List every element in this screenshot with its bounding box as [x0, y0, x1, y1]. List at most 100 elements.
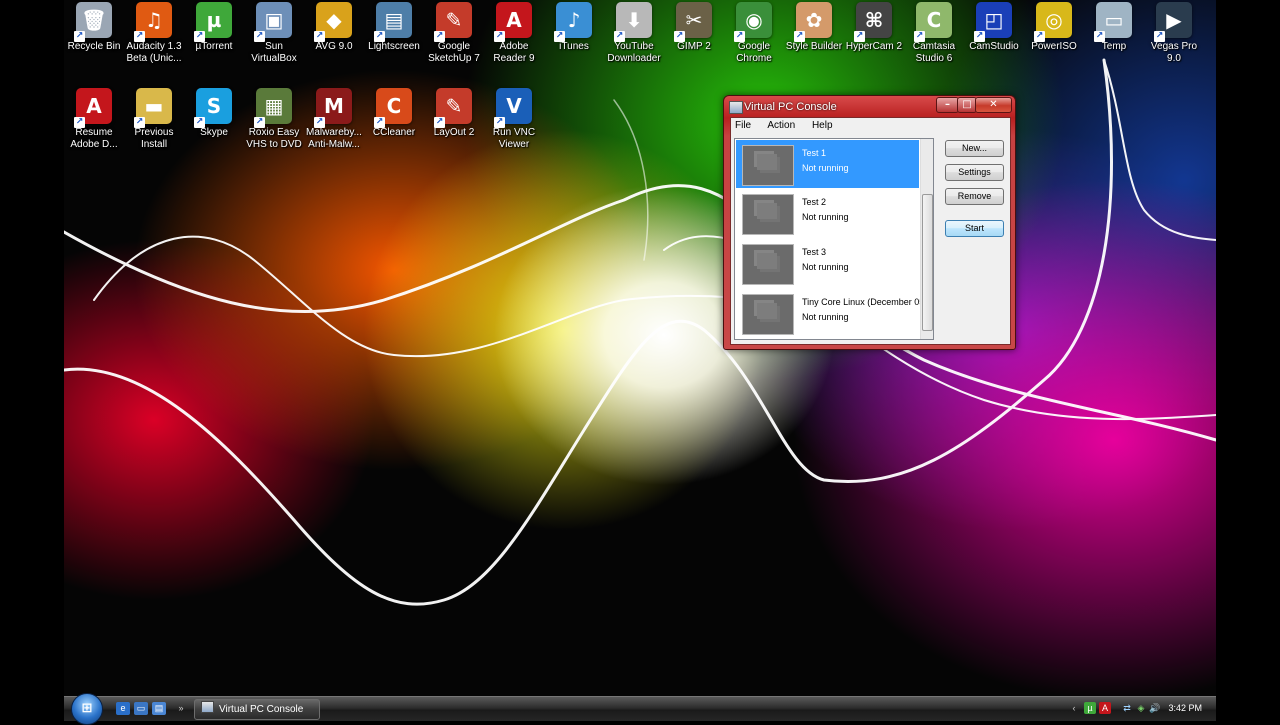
- avg-icon: ◆: [314, 2, 352, 42]
- desktop-icon[interactable]: 🗑Recycle Bin: [64, 2, 124, 53]
- vm-list-item[interactable]: Test 3 Not running: [736, 239, 919, 287]
- start-menu-button[interactable]: ⊞: [71, 693, 103, 725]
- desktop-icon-label: Roxio Easy VHS to DVD: [246, 127, 302, 150]
- desktop-icon[interactable]: ▭Temp: [1084, 2, 1144, 53]
- scrollbar-thumb[interactable]: [922, 194, 933, 331]
- desktop-icon[interactable]: VRun VNC Viewer: [484, 88, 544, 151]
- vm-name: Test 3: [802, 247, 827, 257]
- shield-tray-icon[interactable]: ◈: [1135, 702, 1147, 714]
- menu-help[interactable]: Help: [812, 120, 833, 131]
- desktop-icon-label: Vegas Pro 9.0: [1150, 41, 1198, 64]
- vm-status: Not running: [802, 163, 849, 173]
- taskbar-button-virtual-pc-console[interactable]: Virtual PC Console: [194, 699, 320, 720]
- desktop-icon[interactable]: CCCleaner: [364, 88, 424, 139]
- close-button[interactable]: ✕: [975, 97, 1012, 113]
- desktop-icon-label: GIMP 2: [677, 41, 711, 52]
- vnc-viewer-icon: V: [494, 88, 532, 128]
- window-title: Virtual PC Console: [744, 101, 837, 113]
- desktop-icon[interactable]: MMalwareby... Anti-Malw...: [304, 88, 364, 151]
- desktop-icon[interactable]: ▬Previous Install: [124, 88, 184, 151]
- menu-bar: File Action Help: [731, 118, 1010, 134]
- malwarebytes-icon: M: [314, 88, 352, 128]
- virtual-pc-console-window[interactable]: Virtual PC Console – □ ✕ File Action Hel…: [723, 95, 1016, 350]
- youtube-downloader-icon: ⬇: [614, 2, 652, 42]
- settings-button[interactable]: Settings: [945, 164, 1004, 181]
- desktop-icon[interactable]: AAdobe Reader 9: [484, 2, 544, 65]
- tray-expand-chevron-icon[interactable]: ‹: [1068, 702, 1080, 714]
- camstudio-icon: ◰: [974, 2, 1012, 42]
- recycle-bin-icon: 🗑: [74, 2, 112, 42]
- desktop-icon[interactable]: ⬇YouTube Downloader: [604, 2, 664, 65]
- desktop-icon[interactable]: AResume Adobe D...: [64, 88, 124, 151]
- remove-button[interactable]: Remove: [945, 188, 1004, 205]
- adobe-reader-icon: A: [494, 2, 532, 42]
- utorrent-tray-icon[interactable]: µ: [1084, 702, 1096, 714]
- menu-file[interactable]: File: [735, 120, 751, 131]
- vm-list-scrollbar[interactable]: [920, 139, 933, 339]
- desktop-icon-label: PowerISO: [1031, 41, 1077, 52]
- desktop-icon[interactable]: ◰CamStudio: [964, 2, 1024, 53]
- adobe-tray-icon[interactable]: A: [1099, 702, 1111, 714]
- desktop-icon[interactable]: ▦Roxio Easy VHS to DVD: [244, 88, 304, 151]
- desktop-icon-label: YouTube Downloader: [607, 41, 661, 64]
- audacity-icon: ♫: [134, 2, 172, 42]
- virtualbox-icon: ▣: [254, 2, 292, 42]
- taskbar-button-label: Virtual PC Console: [219, 704, 304, 715]
- desktop-icon[interactable]: ◎PowerISO: [1024, 2, 1084, 53]
- desktop-icon-label: Recycle Bin: [67, 41, 121, 52]
- desktop-icon[interactable]: ✂GIMP 2: [664, 2, 724, 53]
- desktop-icon[interactable]: ▤Lightscreen: [364, 2, 424, 53]
- desktop-icon[interactable]: ◆AVG 9.0: [304, 2, 364, 53]
- show-desktop-icon[interactable]: ▭: [134, 702, 148, 715]
- roxio-icon: ▦: [254, 88, 292, 128]
- desktop-icon[interactable]: ✎LayOut 2: [424, 88, 484, 139]
- desktop-icon-label: Temp: [1101, 41, 1127, 52]
- network-tray-icon[interactable]: ⇄: [1121, 702, 1133, 714]
- start-button[interactable]: Start: [945, 220, 1004, 237]
- virtual-pc-icon: [201, 701, 214, 713]
- desktop-icon[interactable]: µµTorrent: [184, 2, 244, 53]
- hypercam-icon: ⌘: [854, 2, 892, 42]
- volume-tray-icon[interactable]: 🔊: [1149, 702, 1161, 714]
- vm-name: Test 1: [802, 148, 827, 158]
- system-tray: ‹ µ A ⇄ ◈ 🔊 3:42 PM: [1066, 697, 1216, 721]
- vm-list[interactable]: Test 1 Not running Test 2 Not running Te…: [734, 138, 934, 340]
- utorrent-icon: µ: [194, 2, 232, 42]
- internet-explorer-icon[interactable]: e: [116, 702, 130, 715]
- vm-list-item[interactable]: Tiny Core Linux (December 05 Not running: [736, 289, 924, 337]
- vm-status: Not running: [802, 312, 849, 322]
- maximize-button[interactable]: □: [957, 97, 977, 113]
- minimize-button[interactable]: –: [936, 97, 959, 113]
- desktop-icon[interactable]: SSkype: [184, 88, 244, 139]
- desktop-icon[interactable]: CCamtasia Studio 6: [904, 2, 964, 65]
- desktop-icon[interactable]: ▶Vegas Pro 9.0: [1144, 2, 1204, 65]
- desktop-icon-label: Skype: [200, 127, 228, 138]
- desktop-icon[interactable]: ⌘HyperCam 2: [844, 2, 904, 53]
- new-button[interactable]: New...: [945, 140, 1004, 157]
- vegas-pro-icon: ▶: [1154, 2, 1192, 42]
- window-client-area: File Action Help Test 1 Not running Test…: [730, 117, 1011, 345]
- desktop-icon[interactable]: ▣Sun VirtualBox: [244, 2, 304, 65]
- vm-thumbnail-icon: [742, 145, 794, 186]
- desktop-icon-label: Malwareby... Anti-Malw...: [306, 127, 362, 150]
- vm-name: Test 2: [802, 197, 827, 207]
- adobe-download-icon: A: [74, 88, 112, 128]
- desktop-icon-label: LayOut 2: [433, 127, 475, 138]
- vm-list-item[interactable]: Test 2 Not running: [736, 189, 919, 237]
- quick-launch-chevron-icon[interactable]: »: [174, 702, 188, 715]
- desktop-icon[interactable]: ◉Google Chrome: [724, 2, 784, 65]
- gimp-icon: ✂: [674, 2, 712, 42]
- desktop-icon[interactable]: ♪iTunes: [544, 2, 604, 53]
- desktop-icon[interactable]: ♫Audacity 1.3 Beta (Unic...: [124, 2, 184, 65]
- clock[interactable]: 3:42 PM: [1168, 702, 1202, 714]
- desktop-icon-label: iTunes: [559, 41, 589, 52]
- vm-list-item[interactable]: Test 1 Not running: [736, 140, 919, 188]
- switch-windows-icon[interactable]: ▤: [152, 702, 166, 715]
- vm-status: Not running: [802, 262, 849, 272]
- desktop-icon[interactable]: ✎Google SketchUp 7: [424, 2, 484, 65]
- camtasia-icon: C: [914, 2, 952, 42]
- folder-icon: ▬: [134, 88, 172, 128]
- menu-action[interactable]: Action: [767, 120, 795, 131]
- skype-icon: S: [194, 88, 232, 128]
- desktop-icon[interactable]: ✿Style Builder: [784, 2, 844, 53]
